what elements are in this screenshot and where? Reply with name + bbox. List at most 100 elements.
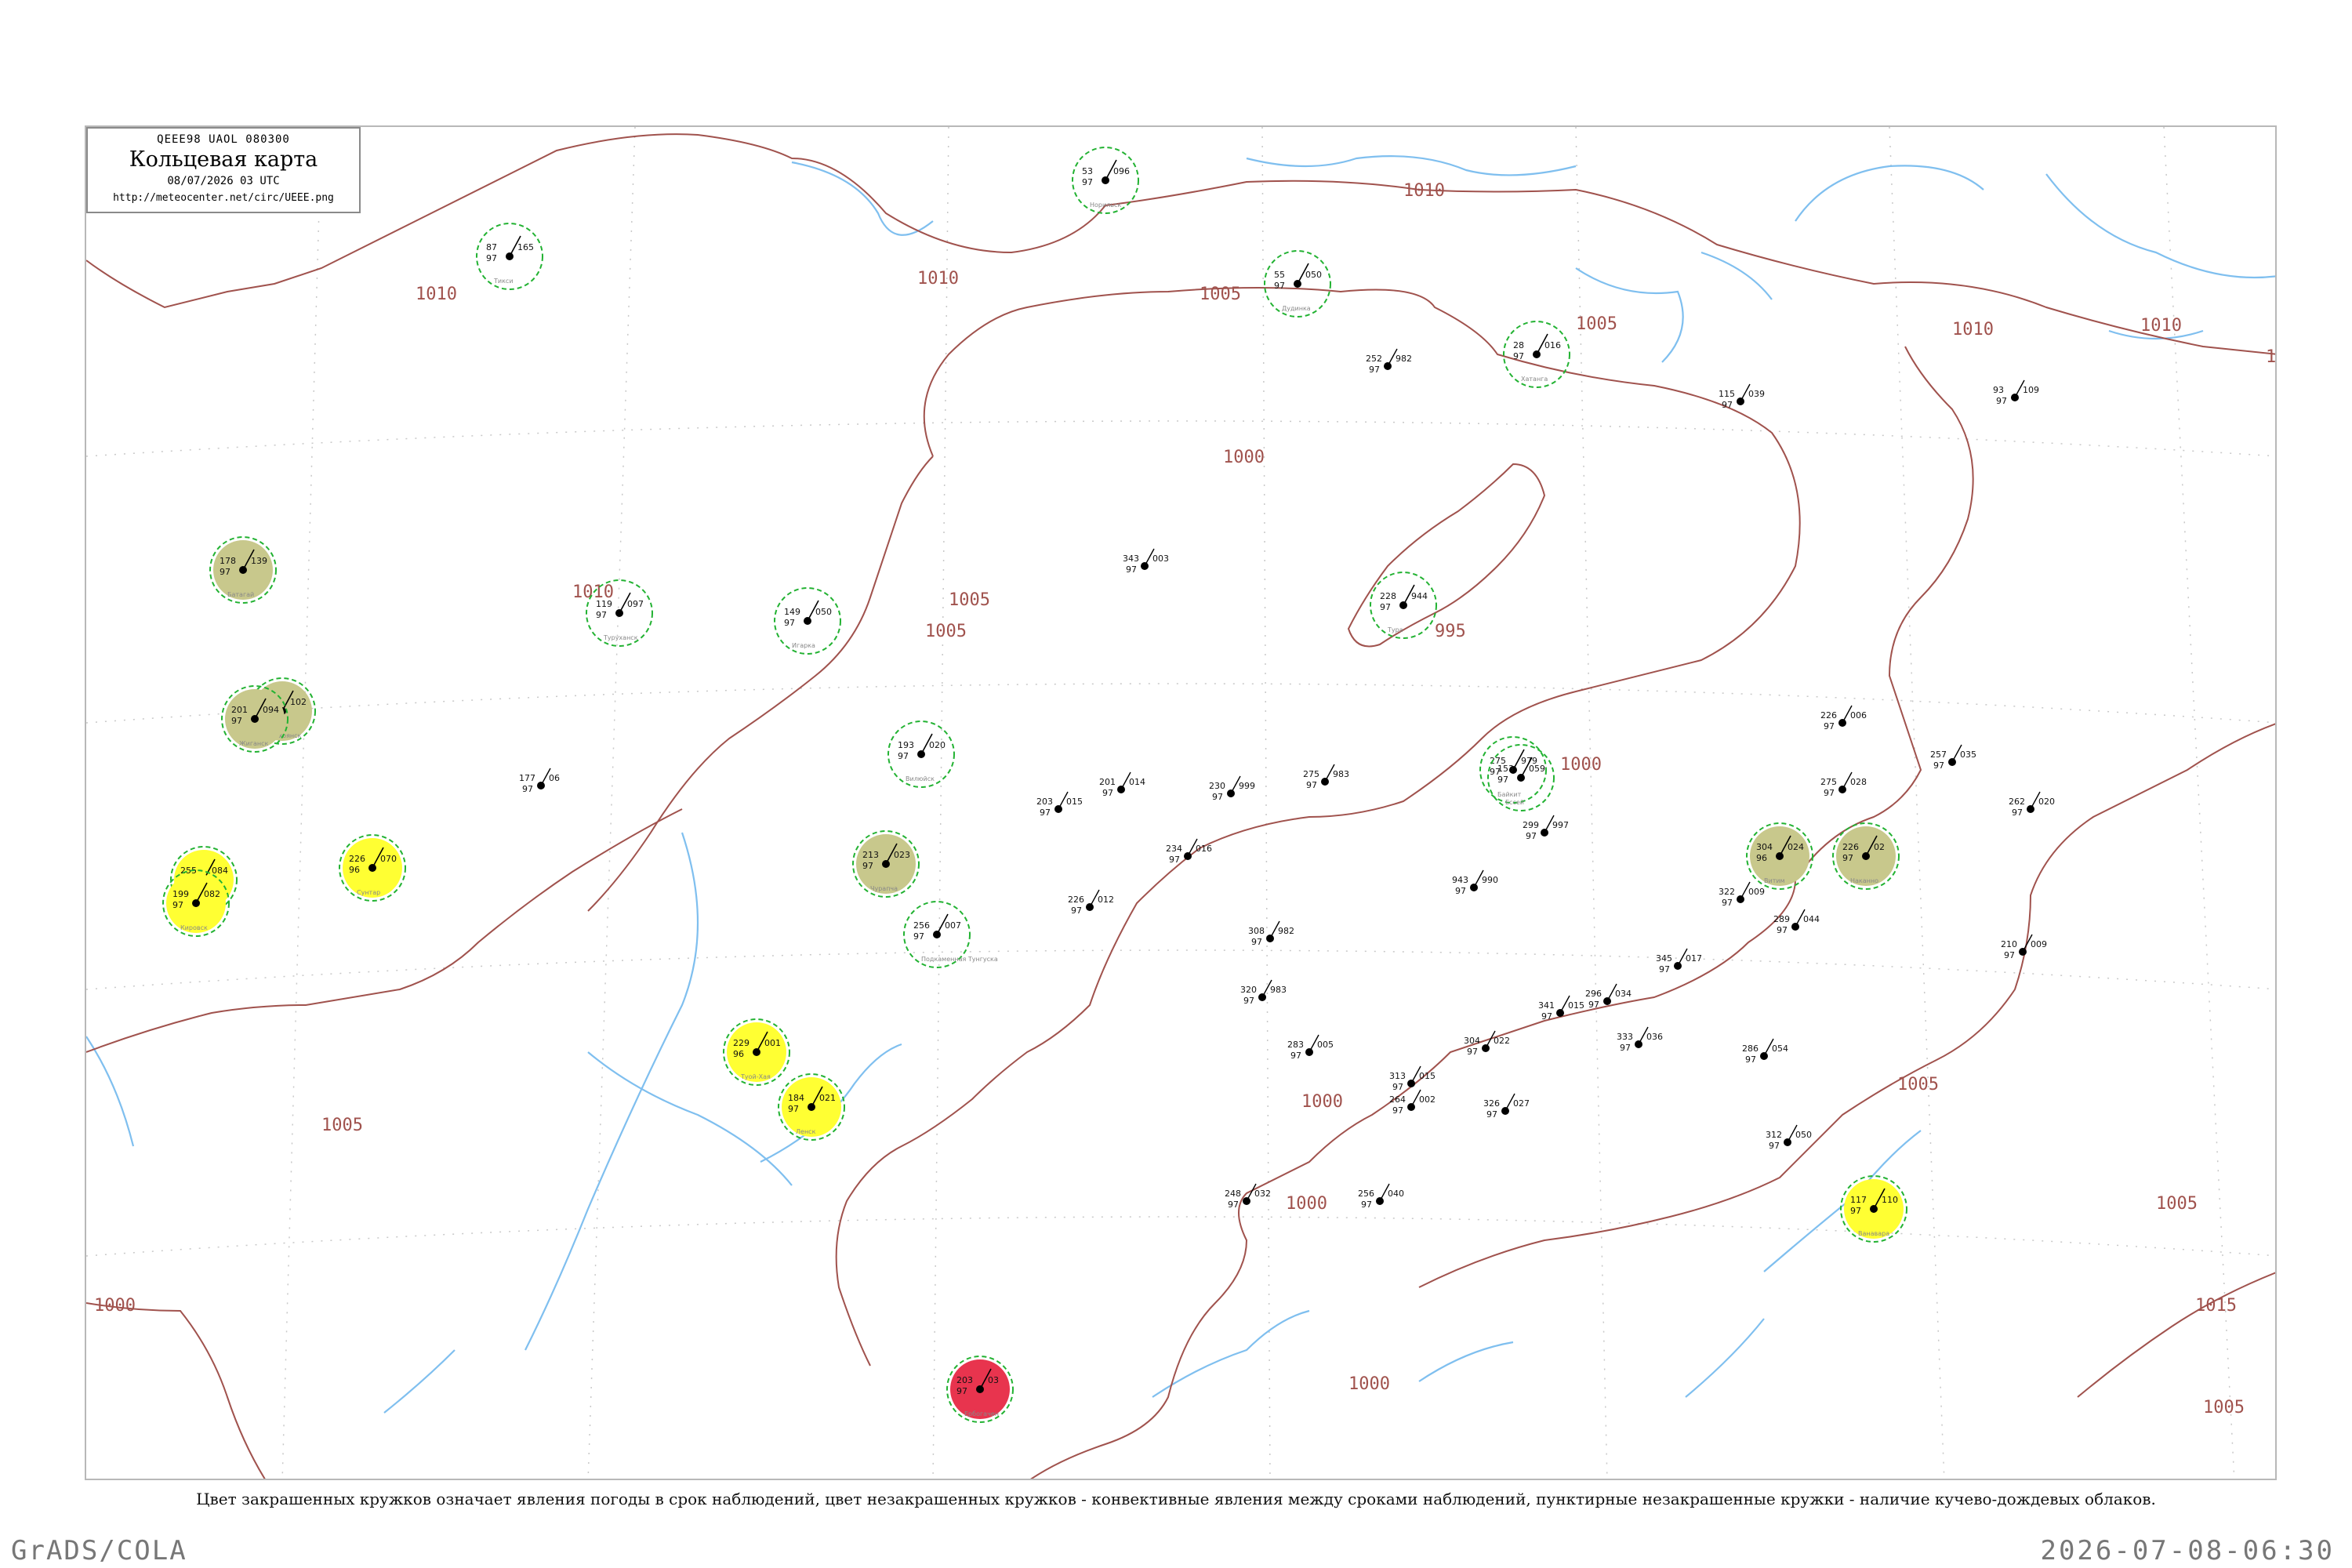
station-pressure: 023 (894, 850, 910, 860)
station-temp: 304 (1756, 842, 1773, 852)
station-marker[interactable]: 25697 007 Подкаменная Тунгуска (903, 901, 998, 968)
station-temp: 304 (1464, 1036, 1480, 1046)
station-pressure: 982 (1278, 926, 1294, 936)
station-plot[interactable]: 23097 999 (1209, 775, 1255, 802)
water-features (86, 155, 2275, 1414)
station-pressure: 021 (819, 1093, 836, 1103)
station-dew: 97 (1392, 1082, 1403, 1092)
station-plot[interactable]: 20397 015 (1036, 791, 1083, 818)
station-plot[interactable]: 23497 016 (1166, 838, 1212, 865)
station-plot[interactable]: 26497 002 (1389, 1089, 1436, 1116)
station-pressure: 084 (212, 866, 228, 876)
station-dew: 97 (1082, 177, 1093, 187)
station-dew: 97 (1169, 855, 1180, 865)
station-plot[interactable]: 29997 997 (1523, 815, 1569, 841)
station-temp: 341 (1538, 1000, 1555, 1011)
station-marker[interactable]: 5397 096 Норильск (1072, 147, 1139, 214)
isobar-1015-south (2077, 1272, 2275, 1398)
station-plot[interactable]: 28397 005 (1287, 1034, 1334, 1061)
station-plot[interactable]: 25797 035 (1930, 744, 1976, 771)
station-marker[interactable]: 21397 023 Чурапча (852, 830, 920, 898)
station-pressure: 003 (1152, 554, 1169, 564)
station-marker[interactable]: 19997 082 Кировск (162, 869, 230, 937)
station-marker[interactable]: 18497 021 Ленск (778, 1073, 845, 1141)
station-pressure: 983 (1333, 769, 1349, 779)
isobar-label: 1015 (2195, 1296, 2237, 1316)
station-marker[interactable]: 20397 03 Ербогачен (946, 1356, 1014, 1423)
station-pressure: 983 (1270, 985, 1287, 995)
station-dew: 97 (1769, 1141, 1780, 1151)
isobar-label: 1000 (1348, 1374, 1390, 1394)
station-pressure: 040 (1388, 1189, 1404, 1199)
station-dew: 97 (862, 861, 873, 871)
station-marker[interactable]: 17897 139 Батагай (209, 536, 277, 604)
station-plot[interactable]: 28697 054 (1742, 1038, 1788, 1065)
station-plot[interactable]: 28997 044 (1773, 909, 1820, 935)
station-plot[interactable]: 34197 015 (1538, 995, 1584, 1022)
station-marker[interactable]: 14997 050 Игарка (774, 587, 841, 655)
station-plot[interactable]: 22697 006 (1820, 705, 1867, 731)
station-plot[interactable]: 24897 032 (1225, 1183, 1271, 1210)
station-marker[interactable]: 22897 944 Тура (1370, 572, 1437, 639)
station-plot[interactable]: 27597 028 (1820, 771, 1867, 798)
station-plot[interactable]: 20197 014 (1099, 771, 1145, 798)
station-marker[interactable]: 19397 020 Вилюйск (887, 720, 955, 788)
station-plot[interactable]: 17797 06 (519, 768, 560, 794)
station-dew: 97 (1824, 721, 1835, 731)
weather-map[interactable]: 1010101010101010101010101010100510051005… (86, 127, 2277, 1480)
station-plot[interactable]: 25697 040 (1358, 1183, 1404, 1210)
station-plot[interactable]: 25297 982 (1366, 348, 1412, 375)
station-plot[interactable]: 32697 027 (1483, 1093, 1530, 1120)
station-temp: 203 (956, 1375, 973, 1385)
station-temp: 199 (172, 889, 189, 899)
station-plot[interactable]: 33397 036 (1617, 1026, 1663, 1053)
station-marker[interactable]: 5597 050 Дудинка (1264, 250, 1331, 318)
station-pressure: 001 (764, 1038, 781, 1048)
station-temp: 343 (1123, 554, 1139, 564)
station-marker[interactable]: 11797 110 Ванавара (1840, 1175, 1907, 1243)
station-dew: 97 (898, 751, 909, 761)
station-marker[interactable]: 11997 097 Туруханск (586, 579, 653, 647)
station-pressure: 022 (1494, 1036, 1510, 1046)
station-marker[interactable]: 22696 070 Сунтар (339, 834, 406, 902)
station-dew: 97 (172, 900, 183, 910)
station-plot[interactable]: 94397 990 (1452, 869, 1498, 896)
isobar-label: 1010 (2140, 316, 2182, 336)
station-dew: 97 (1497, 775, 1508, 785)
station-temp: 53 (1082, 166, 1093, 176)
station-marker[interactable]: 22996 001 Туой-Хая (723, 1018, 790, 1086)
legend-url[interactable]: http://meteocenter.net/circ/UEEE.png (88, 192, 359, 204)
station-temp: 226 (1820, 710, 1837, 720)
station-temp: 230 (1209, 781, 1225, 791)
station-marker[interactable]: 20197 094 Жиганск (221, 685, 289, 753)
station-plot[interactable]: 26297 020 (2009, 791, 2055, 818)
station-plot[interactable]: 32097 983 (1240, 979, 1287, 1006)
station-marker[interactable]: 2897 016 Хатанга (1503, 321, 1570, 388)
station-marker[interactable]: 8797 165 Тикси (476, 223, 543, 290)
station-dew: 97 (1290, 1051, 1301, 1061)
station-plot[interactable]: 22697 012 (1068, 889, 1114, 916)
station-pressure: 020 (2038, 797, 2055, 807)
station-plot[interactable]: 34597 017 (1656, 948, 1702, 975)
station-plot[interactable]: 31297 050 (1766, 1124, 1812, 1151)
station-plot[interactable]: 30897 982 (1248, 920, 1294, 947)
station-name: Хатанга (1521, 376, 1548, 383)
station-plot[interactable]: 34397 003 (1123, 548, 1169, 575)
map-frame: 1010101010101010101010101010100510051005… (85, 125, 2277, 1480)
station-temp: 248 (1225, 1189, 1241, 1199)
station-pressure: 050 (815, 607, 832, 617)
isobar-label: 1010 (917, 269, 959, 289)
station-marker[interactable]: 30496 024 Витим (1746, 822, 1813, 890)
station-dew: 97 (1212, 792, 1223, 802)
station-plot[interactable]: 9397 109 (1993, 379, 2039, 406)
station-pressure: 017 (1686, 953, 1702, 964)
graticule (86, 127, 2275, 1479)
station-plot[interactable]: 27597 983 (1303, 764, 1349, 790)
station-temp: 213 (862, 850, 879, 860)
isobar-1010-north (86, 133, 2275, 355)
station-plot[interactable]: 32297 009 (1719, 881, 1765, 908)
station-plot[interactable]: 31397 015 (1389, 1065, 1436, 1092)
station-marker[interactable]: 22697 02 Наканно (1832, 822, 1900, 890)
station-plot[interactable]: 11597 039 (1719, 383, 1765, 410)
station-pressure: 997 (1552, 820, 1569, 830)
